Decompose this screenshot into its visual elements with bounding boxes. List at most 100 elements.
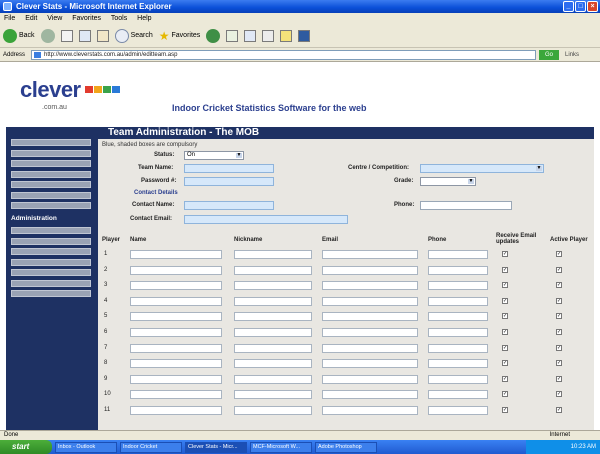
menu-help[interactable]: Help [137,15,151,22]
player-name-input[interactable] [130,406,222,415]
maximize-button[interactable]: □ [575,1,586,12]
receive-email-checkbox[interactable]: ✓ [502,251,508,257]
active-player-checkbox[interactable]: ✓ [556,344,562,351]
player-name-input[interactable] [130,281,222,291]
sidebar-item[interactable] [11,160,91,167]
sidebar-item[interactable] [11,139,91,146]
player-email-input[interactable] [322,265,418,275]
sidebar-item[interactable] [11,202,91,209]
back-button[interactable]: Back [3,27,35,45]
active-player-checkbox[interactable]: ✓ [556,251,562,257]
player-nickname-input[interactable] [234,250,312,259]
player-email-input[interactable] [322,374,418,384]
player-name-input[interactable] [130,296,222,306]
player-phone-input[interactable] [428,406,488,415]
active-player-checkbox[interactable]: ✓ [556,360,562,367]
player-email-input[interactable] [322,281,418,291]
password-input[interactable] [184,177,274,186]
player-email-input[interactable] [322,312,418,322]
active-player-checkbox[interactable]: ✓ [556,313,562,320]
player-nickname-input[interactable] [234,328,312,337]
close-button[interactable]: × [587,1,598,12]
player-phone-input[interactable] [428,250,488,259]
media-icon[interactable] [206,28,221,43]
history-icon[interactable] [226,29,239,42]
player-name-input[interactable] [130,250,222,259]
active-player-checkbox[interactable]: ✓ [556,282,562,289]
grade-select[interactable]: ▼ [420,177,476,186]
taskbar-item[interactable]: MCF-Microsoft W... [250,441,312,453]
player-nickname-input[interactable] [234,374,312,384]
contact-email-input[interactable] [184,215,348,224]
sidebar-admin-item[interactable] [11,258,91,266]
receive-email-checkbox[interactable]: ✓ [502,329,508,335]
player-phone-input[interactable] [428,281,488,291]
player-email-input[interactable] [322,343,418,353]
menu-tools[interactable]: Tools [111,15,127,22]
links-button[interactable]: Links [565,52,579,58]
player-phone-input[interactable] [428,359,488,369]
player-nickname-input[interactable] [234,312,312,322]
mail-icon[interactable] [244,29,257,42]
receive-email-checkbox[interactable]: ✓ [502,407,508,413]
player-name-input[interactable] [130,374,222,384]
receive-email-checkbox[interactable]: ✓ [502,297,508,304]
receive-email-checkbox[interactable]: ✓ [502,391,508,398]
sidebar-admin-item[interactable] [11,237,91,245]
player-email-input[interactable] [322,359,418,369]
folder-icon[interactable] [280,29,293,42]
player-nickname-input[interactable] [234,390,312,400]
player-phone-input[interactable] [428,296,488,306]
menu-file[interactable]: File [4,15,15,22]
player-name-input[interactable] [130,343,222,353]
receive-email-checkbox[interactable]: ✓ [502,375,508,382]
sidebar-admin-item[interactable] [11,290,91,297]
player-nickname-input[interactable] [234,359,312,369]
search-button[interactable]: Search [114,27,153,45]
stop-icon[interactable] [60,29,73,42]
player-nickname-input[interactable] [234,281,312,291]
player-phone-input[interactable] [428,328,488,337]
receive-email-checkbox[interactable]: ✓ [502,344,508,351]
player-email-input[interactable] [322,328,418,337]
player-email-input[interactable] [322,250,418,259]
active-player-checkbox[interactable]: ✓ [556,407,562,413]
centre-competition-select[interactable]: ▼ [420,164,544,173]
menu-view[interactable]: View [47,15,62,22]
sidebar-admin-item[interactable] [11,248,91,255]
contact-name-input[interactable] [184,201,274,210]
phone-input[interactable] [420,201,512,210]
taskbar-item-active[interactable]: Clever Stats - Micr... [185,441,247,453]
sidebar-admin-item[interactable] [11,269,91,276]
taskbar-item[interactable]: Adobe Photoshop [315,441,377,453]
sidebar-item[interactable] [11,170,91,178]
player-phone-input[interactable] [428,343,488,353]
menu-edit[interactable]: Edit [25,15,37,22]
messenger-icon[interactable] [298,29,311,42]
receive-email-checkbox[interactable]: ✓ [502,266,508,273]
player-name-input[interactable] [130,390,222,400]
player-email-input[interactable] [322,390,418,400]
sidebar-admin-item[interactable] [11,227,91,234]
go-button[interactable]: Go [539,49,560,60]
minimize-button[interactable]: _ [563,1,574,12]
menu-favorites[interactable]: Favorites [72,15,101,22]
sidebar-item[interactable] [11,191,91,199]
player-phone-input[interactable] [428,374,488,384]
player-email-input[interactable] [322,406,418,415]
home-icon[interactable] [96,29,109,42]
active-player-checkbox[interactable]: ✓ [556,297,562,304]
player-nickname-input[interactable] [234,343,312,353]
active-player-checkbox[interactable]: ✓ [556,391,562,398]
sidebar-item[interactable] [11,149,91,157]
player-name-input[interactable] [130,312,222,322]
active-player-checkbox[interactable]: ✓ [556,329,562,335]
receive-email-checkbox[interactable]: ✓ [502,360,508,367]
player-phone-input[interactable] [428,265,488,275]
status-select[interactable]: On ▼ [184,151,244,160]
favorites-button[interactable]: ★ Favorites [159,27,201,45]
player-nickname-input[interactable] [234,406,312,415]
player-nickname-input[interactable] [234,265,312,275]
player-phone-input[interactable] [428,312,488,322]
clever-stats-logo[interactable]: clever .com.au [20,77,120,111]
